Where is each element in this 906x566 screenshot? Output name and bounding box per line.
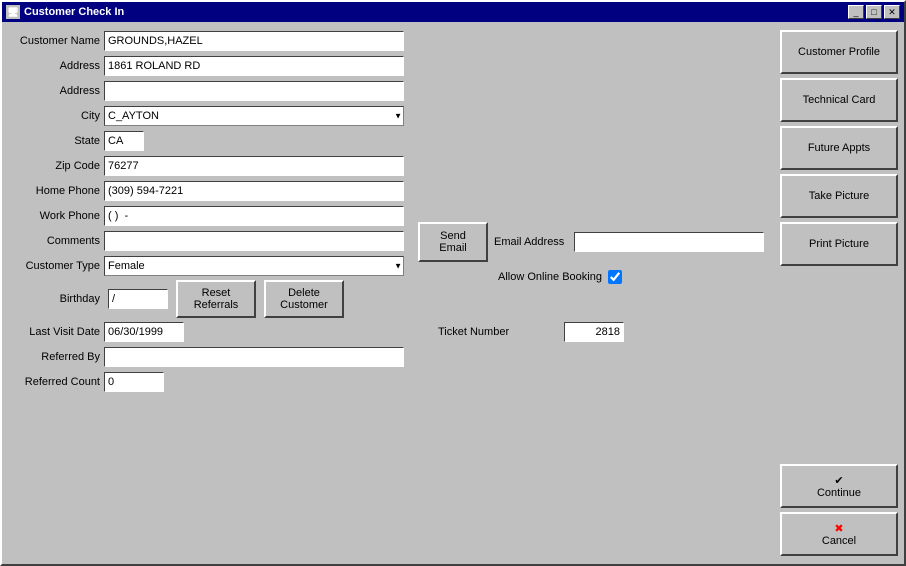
work-phone-label: Work Phone <box>10 210 100 222</box>
main-layout: Customer Name Address Address City C_AYT… <box>2 22 904 564</box>
continue-label: Continue <box>817 487 861 499</box>
allow-booking-checkbox[interactable] <box>608 270 622 284</box>
cancel-label: Cancel <box>822 535 856 547</box>
allow-booking-row: Allow Online Booking <box>418 270 770 284</box>
window-title: Customer Check In <box>24 6 124 18</box>
address1-row: Address <box>10 55 406 77</box>
referred-count-input[interactable] <box>104 372 164 392</box>
city-row: City C_AYTON <box>10 105 406 127</box>
send-email-section: Send Email Email Address <box>418 222 770 262</box>
last-visit-input[interactable] <box>104 322 184 342</box>
cancel-x-icon: ✖ <box>786 522 892 535</box>
take-picture-button[interactable]: Take Picture <box>780 174 898 218</box>
future-appts-button[interactable]: Future Appts <box>780 126 898 170</box>
window-icon: 🖥 <box>6 5 20 19</box>
address2-label: Address <box>10 85 100 97</box>
zip-input[interactable] <box>104 156 404 176</box>
referred-count-label: Referred Count <box>10 376 100 388</box>
form-area: Customer Name Address Address City C_AYT… <box>2 22 414 564</box>
ticket-number-label: Ticket Number <box>438 326 558 338</box>
email-address-input[interactable] <box>574 232 764 252</box>
customer-name-row: Customer Name <box>10 30 406 52</box>
customer-type-select[interactable]: Female Male <box>104 256 404 276</box>
allow-booking-label: Allow Online Booking <box>498 271 602 283</box>
last-visit-row: Last Visit Date <box>10 321 406 343</box>
home-phone-input[interactable] <box>104 181 404 201</box>
birthday-input[interactable] <box>108 289 168 309</box>
cancel-button[interactable]: ✖ Cancel <box>780 512 898 556</box>
address1-input[interactable] <box>104 56 404 76</box>
address1-label: Address <box>10 60 100 72</box>
state-label: State <box>10 135 100 147</box>
maximize-button[interactable]: □ <box>866 5 882 19</box>
ticket-number-row: Ticket Number <box>418 322 770 342</box>
comments-row: Comments <box>10 230 406 252</box>
birthday-label: Birthday <box>10 293 100 305</box>
state-input[interactable] <box>104 131 144 151</box>
main-window: 🖥 Customer Check In _ □ ✕ Customer Name … <box>0 0 906 566</box>
continue-button[interactable]: ✔ Continue <box>780 464 898 508</box>
title-bar: 🖥 Customer Check In _ □ ✕ <box>2 2 904 22</box>
delete-customer-button[interactable]: Delete Customer <box>264 280 344 318</box>
home-phone-row: Home Phone <box>10 180 406 202</box>
email-address-label: Email Address <box>494 236 564 248</box>
work-phone-input[interactable] <box>104 206 404 226</box>
referred-by-label: Referred By <box>10 351 100 363</box>
city-select[interactable]: C_AYTON <box>104 106 404 126</box>
last-visit-label: Last Visit Date <box>10 326 100 338</box>
state-row: State <box>10 130 406 152</box>
title-controls: _ □ ✕ <box>848 5 900 19</box>
referred-by-input[interactable] <box>104 347 404 367</box>
comments-input[interactable] <box>104 231 404 251</box>
customer-type-wrapper: Female Male <box>104 256 404 276</box>
city-wrapper: C_AYTON <box>104 106 404 126</box>
city-label: City <box>10 110 100 122</box>
middle-section: Send Email Email Address Allow Online Bo… <box>414 22 774 564</box>
close-button[interactable]: ✕ <box>884 5 900 19</box>
title-bar-text: 🖥 Customer Check In <box>6 5 124 19</box>
send-email-button[interactable]: Send Email <box>418 222 488 262</box>
work-phone-row: Work Phone <box>10 205 406 227</box>
customer-name-input[interactable] <box>104 31 404 51</box>
zip-row: Zip Code <box>10 155 406 177</box>
comments-label: Comments <box>10 235 100 247</box>
ticket-number-input[interactable] <box>564 322 624 342</box>
print-picture-button[interactable]: Print Picture <box>780 222 898 266</box>
referred-by-row: Referred By <box>10 346 406 368</box>
birthday-row: Birthday Reset Referrals Delete Customer <box>10 280 406 318</box>
zip-label: Zip Code <box>10 160 100 172</box>
address2-input[interactable] <box>104 81 404 101</box>
customer-type-label: Customer Type <box>10 260 100 272</box>
referred-count-row: Referred Count <box>10 371 406 393</box>
home-phone-label: Home Phone <box>10 185 100 197</box>
sidebar: Customer Profile Technical Card Future A… <box>774 22 904 564</box>
address2-row: Address <box>10 80 406 102</box>
minimize-button[interactable]: _ <box>848 5 864 19</box>
customer-profile-button[interactable]: Customer Profile <box>780 30 898 74</box>
reset-referrals-button[interactable]: Reset Referrals <box>176 280 256 318</box>
continue-check-icon: ✔ <box>786 474 892 487</box>
customer-type-row: Customer Type Female Male <box>10 255 406 277</box>
technical-card-button[interactable]: Technical Card <box>780 78 898 122</box>
customer-name-label: Customer Name <box>10 35 100 47</box>
